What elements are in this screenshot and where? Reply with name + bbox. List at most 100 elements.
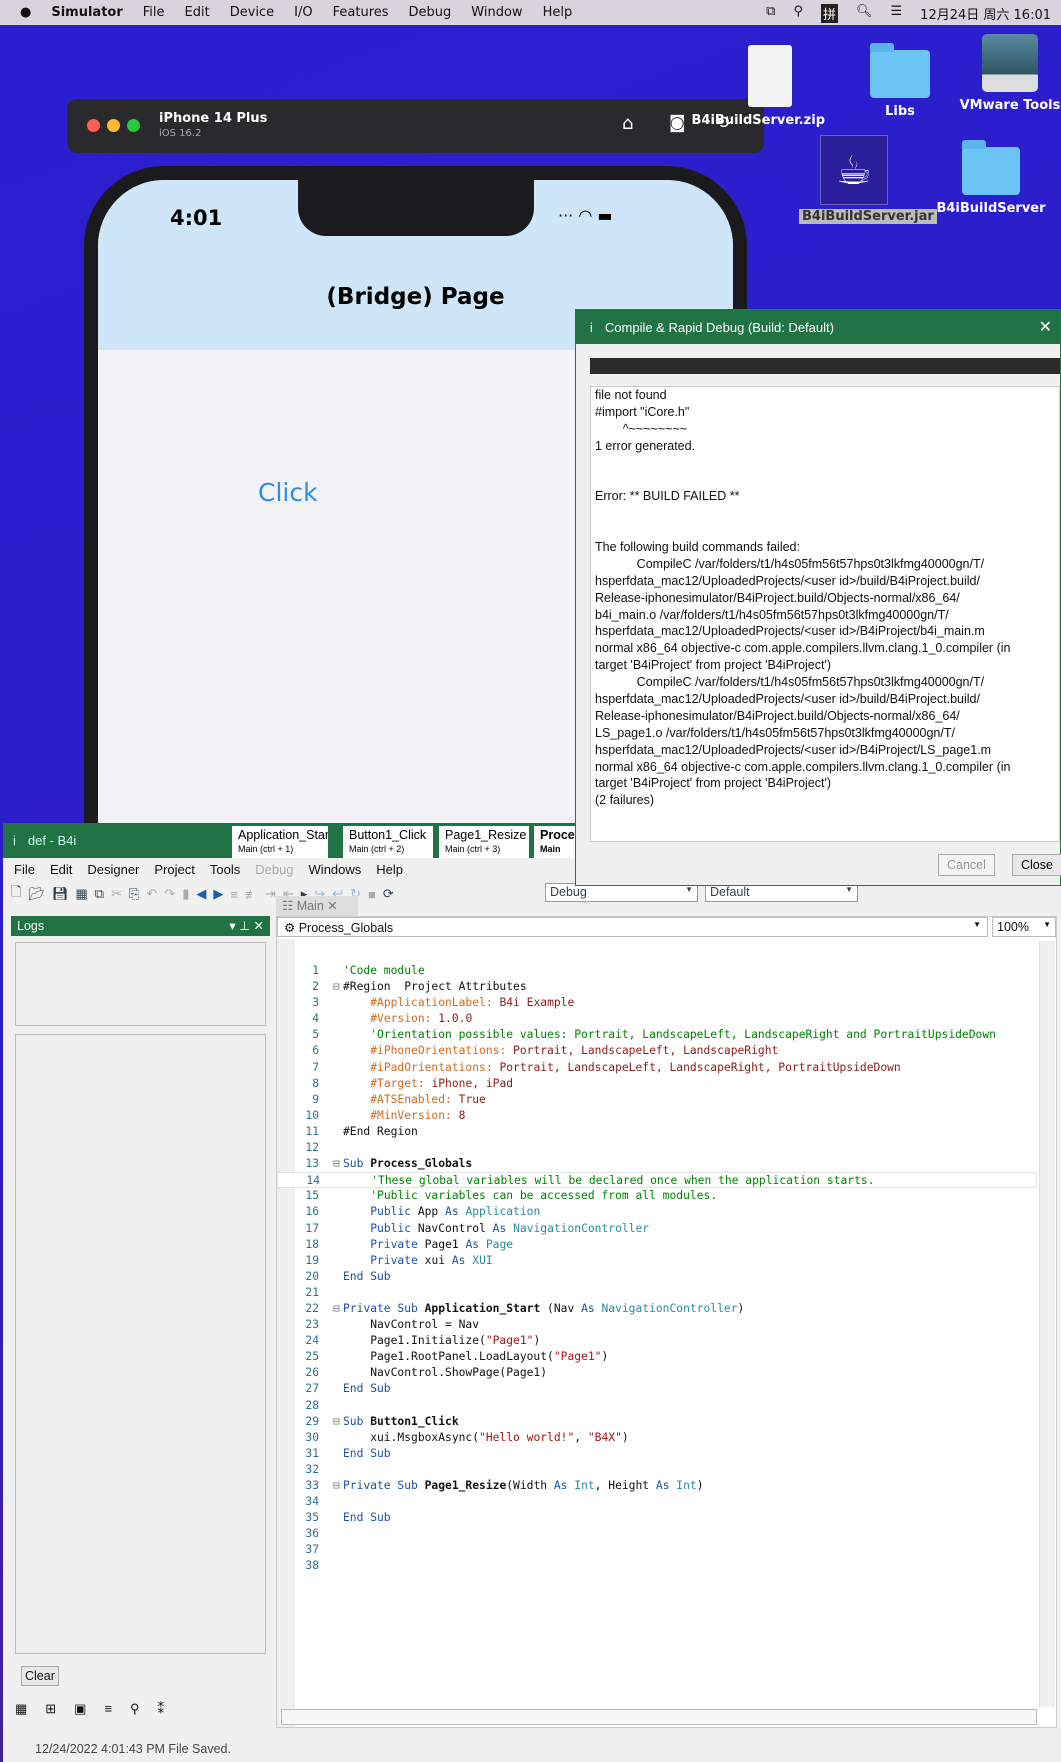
tab-main[interactable]: ☷ Main ✕ (276, 896, 358, 916)
minimize-window-button[interactable] (107, 119, 120, 132)
menu-device[interactable]: Device (230, 5, 274, 20)
code-line: 22 ⊟ Private Sub Application_Start (Nav As… (277, 1301, 1037, 1317)
logs-panel: Logs ▾ ⊥ ✕ Clear ▦⊞▣≡⚲⁑ (11, 916, 270, 1736)
desktop-icon-zip[interactable]: B4iBuildServer.zip (692, 45, 825, 128)
copy-icon[interactable]: ⧉ (95, 886, 104, 902)
uncomment-icon[interactable]: ≢ (245, 887, 258, 902)
screenshot-icon[interactable]: ◙ (669, 113, 686, 133)
control-center-icon[interactable]: ☰ (891, 4, 903, 23)
fold-icon[interactable]: ⊟ (333, 979, 343, 995)
fold-icon[interactable]: ⊟ (333, 1156, 343, 1172)
menu-features[interactable]: Features (333, 5, 389, 20)
log-line: LS_page1.o /var/folders/t1/h4s05fm56t57h… (595, 725, 955, 740)
stop-icon[interactable]: ■ (368, 887, 376, 902)
cancel-button[interactable]: Cancel (938, 854, 995, 876)
menu-help[interactable]: Help (376, 862, 403, 877)
code-token: "Page1" (553, 1350, 602, 1364)
log-line: b4i_main.o /var/folders/t1/h4s05fm56t57h… (595, 607, 949, 622)
menu-help[interactable]: Help (543, 5, 573, 20)
fold-gutter (334, 1173, 344, 1189)
undo-icon[interactable]: ↶ (146, 886, 157, 902)
menu-file[interactable]: File (14, 862, 35, 877)
quick-tab-application-start[interactable]: Application_Start Main (ctrl + 1) (232, 826, 328, 858)
back-icon[interactable]: ◀ (196, 886, 206, 902)
close-button[interactable]: Close (1012, 854, 1061, 876)
log-line: hsperfdata_mac12/UploadedProjects/<user … (595, 692, 980, 707)
fold-icon[interactable]: ⊟ (333, 1301, 343, 1317)
code-token: Public (370, 1205, 418, 1219)
close-icon[interactable]: ✕ (1039, 317, 1052, 337)
code-token: End Sub (343, 1382, 391, 1396)
panel-controls-icon[interactable]: ▾ ⊥ ✕ (229, 916, 264, 936)
zoom-select[interactable]: 100% ▼ (992, 917, 1056, 937)
menu-file[interactable]: File (143, 5, 165, 20)
code-line: 15 'Public variables can be accessed fro… (277, 1188, 1037, 1204)
menu-windows[interactable]: Windows (309, 862, 362, 877)
open-icon[interactable]: 📂︎ (28, 886, 45, 902)
code-token: #iPadOrientations: (370, 1060, 493, 1074)
zoom-window-button[interactable] (127, 119, 140, 132)
refresh-icon[interactable]: ⟳ (383, 886, 394, 902)
clear-button[interactable]: Clear (21, 1666, 59, 1686)
quick-tab-page1-resize[interactable]: Page1_Resize Main (ctrl + 3) (439, 826, 529, 858)
new-icon[interactable]: 🗋 (11, 883, 21, 905)
click-button[interactable]: Click (258, 478, 318, 507)
desktop-icon-jar[interactable]: ☕ B4iBuildServer.jar (799, 135, 937, 224)
home-icon[interactable]: ⌂ (622, 113, 633, 134)
save-all-icon[interactable]: ▦ (75, 886, 87, 902)
code-line: 35 End Sub (277, 1510, 1037, 1526)
menu-project[interactable]: Project (154, 862, 194, 877)
quick-tab-process-globals[interactable]: Process_GlobalsMain (ctrl + 4) (534, 826, 579, 858)
fold-icon[interactable]: ⊟ (333, 1414, 343, 1430)
desktop-icon-libs[interactable]: Libs (845, 43, 955, 119)
menu-app[interactable]: Simulator (51, 5, 122, 20)
menu-window[interactable]: Window (471, 5, 522, 20)
code-token: Portrait, LandscapeLeft, LandscapeRight (506, 1044, 779, 1058)
log-line: normal x86_64 objective-c com.apple.comp… (595, 759, 1011, 774)
app-icon: i (590, 319, 593, 335)
menu-designer[interactable]: Designer (87, 862, 139, 877)
apple-menu-icon[interactable]: ● (20, 5, 31, 20)
screen-mirror-icon[interactable]: ⧉ (766, 4, 775, 23)
fold-icon[interactable]: ⊟ (333, 1478, 343, 1494)
code-token: Process_Globals (370, 1157, 473, 1171)
logs-output[interactable] (15, 1034, 266, 1654)
vertical-scrollbar[interactable] (1039, 941, 1055, 1707)
code-area[interactable]: 1 'Code module 2 ⊟ #Region Project Attribut… (277, 963, 1037, 1575)
menu-debug[interactable]: Debug (255, 862, 293, 877)
sub-select[interactable]: ⚙ Process_Globals ▼ (277, 917, 988, 937)
menu-tools[interactable]: Tools (210, 862, 240, 877)
paste-icon[interactable]: ⎘ (129, 886, 139, 902)
cut-icon[interactable]: ✂ (111, 886, 122, 902)
desktop-icon-vmware-tools[interactable]: VMware Tools (955, 34, 1061, 113)
horizontal-scrollbar[interactable] (281, 1709, 1037, 1725)
input-method-icon[interactable]: 拼 (820, 4, 838, 23)
fold-gutter (333, 1124, 343, 1140)
redo-icon[interactable]: ↷ (164, 886, 175, 902)
indent-icon[interactable]: ⇥ (265, 886, 276, 902)
menu-edit[interactable]: Edit (185, 5, 210, 20)
code-token: ) (696, 1479, 704, 1492)
menu-io[interactable]: I/O (294, 5, 312, 20)
code-line: 20 End Sub (277, 1269, 1037, 1285)
menu-debug[interactable]: Debug (409, 5, 452, 20)
clock[interactable]: 12月24日 周六 16:01 (920, 4, 1051, 23)
search-icon[interactable]: 🔍︎ (856, 4, 873, 23)
logs-filter-box[interactable] (15, 942, 266, 1026)
quick-tab-button1-click[interactable]: Button1_Click Main (ctrl + 2) (343, 826, 433, 858)
log-line: (2 failures) (595, 793, 655, 808)
bookmark-icon[interactable]: ▮ (182, 886, 189, 902)
line-number: 4 (312, 1012, 319, 1026)
panel-tabs[interactable]: ▦⊞▣≡⚲⁑ (15, 1701, 182, 1717)
menu-edit[interactable]: Edit (50, 862, 72, 877)
comment-icon[interactable]: ≡ (230, 887, 238, 902)
desktop-icon-b4ibuildserver[interactable]: B4iBuildServer (936, 140, 1046, 216)
network-icon[interactable]: ⚲ (793, 4, 803, 23)
close-window-button[interactable] (87, 119, 100, 132)
save-icon[interactable]: 💾︎ (52, 886, 69, 902)
forward-icon[interactable]: ▶ (213, 886, 223, 902)
